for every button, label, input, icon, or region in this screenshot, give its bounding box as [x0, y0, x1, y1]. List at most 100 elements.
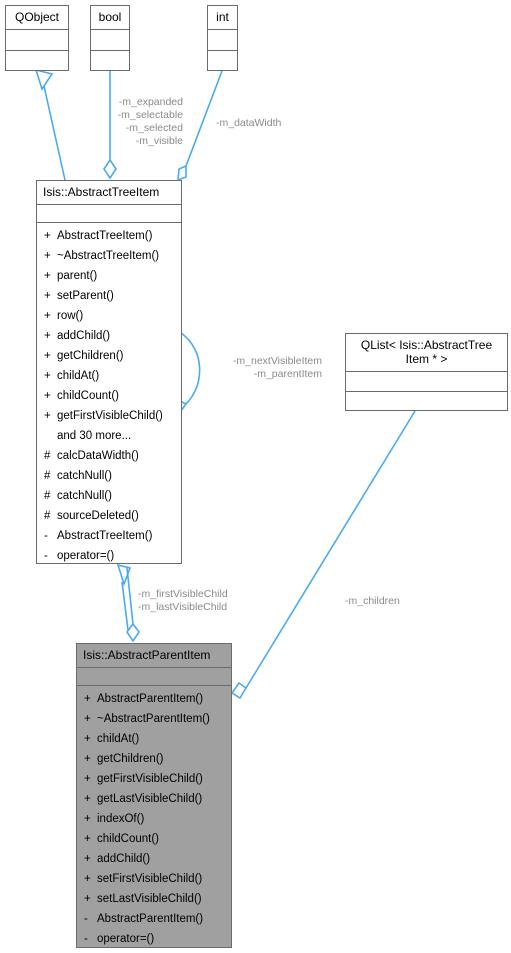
class-box-abstract-parent-item[interactable]: Isis::AbstractParentItem + AbstractParent… — [76, 643, 232, 948]
class-box-int[interactable]: int — [207, 5, 238, 71]
visibility-marker: + — [84, 753, 91, 765]
operation-name: childCount() — [57, 390, 119, 402]
class-box-qlist[interactable]: QList< Isis::AbstractTree Item * > — [345, 333, 508, 411]
operation-row: + parent() — [37, 266, 181, 286]
operation-row: # catchNull() — [37, 466, 181, 486]
operation-name: addChild() — [97, 853, 151, 865]
class-title-qobject: QObject — [6, 6, 68, 30]
uml-class-diagram: QObject bool int Isis::AbstractTreeItem … — [0, 0, 511, 953]
operation-row: + childCount() — [77, 829, 231, 849]
visibility-marker: + — [84, 873, 91, 885]
visibility-marker: + — [44, 250, 51, 262]
class-operations-bool — [91, 51, 129, 73]
operation-name: AbstractParentItem() — [97, 693, 204, 705]
operation-name: ~AbstractParentItem() — [97, 713, 210, 725]
operation-row: + childAt() — [77, 729, 231, 749]
operation-row: - AbstractTreeItem() — [37, 526, 181, 546]
operation-row: # sourceDeleted() — [37, 506, 181, 526]
edge-label-bool-fields: -m_expanded -m_selectable -m_selected -m… — [117, 96, 183, 147]
operation-row: - operator=() — [37, 546, 181, 566]
operation-name: indexOf() — [97, 813, 145, 825]
operation-name: getFirstVisibleChild() — [57, 410, 163, 422]
visibility-marker: - — [84, 913, 88, 925]
operation-name: and 30 more... — [57, 430, 132, 442]
operation-name: catchNull() — [57, 490, 112, 502]
operation-row-more: and 30 more... — [37, 426, 181, 446]
visibility-marker: # — [44, 510, 51, 522]
operation-name: catchNull() — [57, 470, 112, 482]
operation-row: - operator=() — [77, 929, 231, 949]
class-operations-abstract-parent-item: + AbstractParentItem() + ~AbstractParentIt… — [77, 686, 231, 953]
class-operations-qlist — [346, 392, 507, 413]
operation-name: AbstractTreeItem() — [57, 530, 153, 542]
operation-name: childAt() — [97, 733, 140, 745]
class-box-qobject[interactable]: QObject — [5, 5, 69, 71]
operation-row: + getChildren() — [77, 749, 231, 769]
visibility-marker: + — [84, 853, 91, 865]
class-attributes-abstract-parent-item — [77, 668, 231, 686]
class-title-qlist: QList< Isis::AbstractTree Item * > — [346, 334, 507, 372]
operation-row: + ~AbstractTreeItem() — [37, 246, 181, 266]
operation-row: + setFirstVisibleChild() — [77, 869, 231, 889]
class-operations-int — [208, 51, 237, 73]
operation-name: addChild() — [57, 330, 111, 342]
class-attributes-qlist — [346, 372, 507, 392]
operation-row: + setLastVisibleChild() — [77, 889, 231, 909]
visibility-marker: + — [84, 693, 91, 705]
operation-name: setLastVisibleChild() — [97, 893, 202, 905]
operation-row: + addChild() — [37, 326, 181, 346]
visibility-marker: + — [84, 773, 91, 785]
operation-name: ~AbstractTreeItem() — [57, 250, 160, 262]
operation-name: operator=() — [97, 933, 155, 945]
visibility-marker: - — [84, 933, 88, 945]
class-box-abstract-tree-item[interactable]: Isis::AbstractTreeItem + AbstractTreeItem… — [36, 180, 182, 564]
visibility-marker: + — [84, 833, 91, 845]
class-box-bool[interactable]: bool — [90, 5, 130, 71]
operation-name: getChildren() — [57, 350, 124, 362]
operation-name: parent() — [57, 270, 98, 282]
class-operations-abstract-tree-item: + AbstractTreeItem() + ~AbstractTreeItem()… — [37, 223, 181, 570]
operation-row: + AbstractTreeItem() — [37, 226, 181, 246]
edge-label-self-fields: -m_nextVisibleItem -m_parentItem — [232, 355, 322, 380]
class-title-abstract-parent-item: Isis::AbstractParentItem — [77, 644, 231, 668]
edge-inheritance-treeitem — [116, 563, 132, 631]
visibility-marker: + — [44, 290, 51, 302]
operation-row: - AbstractParentItem() — [77, 909, 231, 929]
operation-row: + row() — [37, 306, 181, 326]
operation-name: AbstractTreeItem() — [57, 230, 153, 242]
operation-row: + getChildren() — [37, 346, 181, 366]
operation-name: sourceDeleted() — [57, 510, 139, 522]
visibility-marker: + — [84, 733, 91, 745]
visibility-marker: + — [44, 350, 51, 362]
operation-name: calcDataWidth() — [57, 450, 139, 462]
operation-name: operator=() — [57, 550, 115, 562]
visibility-marker: - — [44, 530, 48, 542]
edge-aggregation-children — [230, 410, 416, 700]
visibility-marker: + — [44, 310, 51, 322]
operation-row: # calcDataWidth() — [37, 446, 181, 466]
visibility-marker: + — [84, 713, 91, 725]
operation-name: childCount() — [97, 833, 159, 845]
visibility-marker: + — [44, 230, 51, 242]
visibility-marker: + — [44, 410, 51, 422]
operation-row: + indexOf() — [77, 809, 231, 829]
operation-name: childAt() — [57, 370, 100, 382]
operation-row: + getFirstVisibleChild() — [37, 406, 181, 426]
visibility-marker: # — [44, 450, 51, 462]
class-operations-qobject — [6, 51, 68, 73]
visibility-marker: # — [44, 490, 51, 502]
edge-label-visible-child-fields: -m_firstVisibleChild -m_lastVisibleChild — [138, 588, 228, 613]
operation-name: getFirstVisibleChild() — [97, 773, 203, 785]
visibility-marker: # — [44, 470, 51, 482]
edge-inheritance-qobject — [34, 68, 66, 181]
operation-row: + ~AbstractParentItem() — [77, 709, 231, 729]
operation-row: + addChild() — [77, 849, 231, 869]
operation-row: + childCount() — [37, 386, 181, 406]
operation-name: getLastVisibleChild() — [97, 793, 203, 805]
edge-label-int-field: -m_dataWidth — [216, 117, 282, 129]
operation-name: row() — [57, 310, 84, 322]
operation-row: + setParent() — [37, 286, 181, 306]
visibility-marker: + — [44, 370, 51, 382]
visibility-marker: + — [84, 893, 91, 905]
class-attributes-qobject — [6, 30, 68, 51]
